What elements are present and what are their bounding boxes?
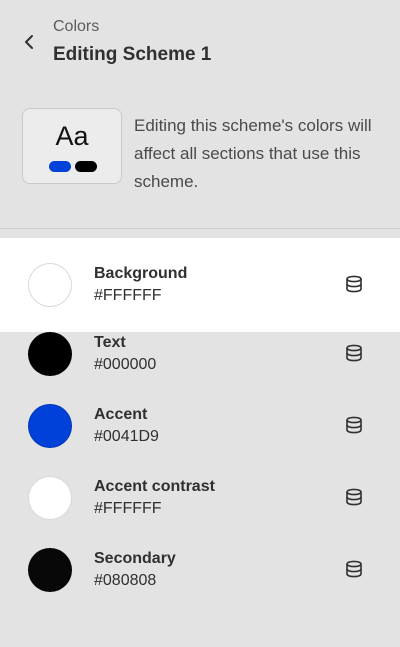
color-label: Background bbox=[94, 265, 188, 282]
color-list: Background #FFFFFF Text #000000 Accent #0041D… bbox=[0, 238, 400, 620]
preview-accent-pill bbox=[49, 161, 71, 172]
color-hex-value: #080808 bbox=[94, 572, 157, 589]
page-title: Editing Scheme 1 bbox=[53, 44, 212, 65]
connect-dynamic-source-button[interactable] bbox=[342, 413, 366, 437]
connect-dynamic-source-button[interactable] bbox=[342, 485, 366, 509]
color-label: Accent bbox=[94, 406, 148, 423]
database-icon bbox=[346, 275, 362, 293]
database-icon bbox=[346, 416, 362, 434]
color-row-accent-contrast[interactable]: Accent contrast #FFFFFF bbox=[0, 476, 400, 548]
color-row-accent[interactable]: Accent #0041D9 bbox=[0, 404, 400, 476]
color-swatch[interactable] bbox=[28, 404, 72, 448]
back-button[interactable] bbox=[18, 30, 42, 54]
scheme-preview: Aa bbox=[22, 108, 122, 184]
color-label: Text bbox=[94, 334, 126, 351]
divider bbox=[0, 228, 400, 229]
preview-dark-pill bbox=[75, 161, 97, 172]
connect-dynamic-source-button[interactable] bbox=[342, 341, 366, 365]
color-row-text[interactable]: Text #000000 bbox=[0, 332, 400, 404]
color-swatch[interactable] bbox=[28, 263, 72, 307]
database-icon bbox=[346, 488, 362, 506]
color-hex-value: #FFFFFF bbox=[94, 287, 162, 304]
color-row-secondary[interactable]: Secondary #080808 bbox=[0, 548, 400, 620]
chevron-left-icon bbox=[25, 35, 33, 49]
color-swatch[interactable] bbox=[28, 476, 72, 520]
color-swatch[interactable] bbox=[28, 332, 72, 376]
preview-sample-text: Aa bbox=[55, 121, 89, 151]
database-icon bbox=[346, 344, 362, 362]
color-label: Accent contrast bbox=[94, 478, 215, 495]
color-label: Secondary bbox=[94, 550, 176, 567]
connect-dynamic-source-button[interactable] bbox=[342, 557, 366, 581]
header: Colors Editing Scheme 1 bbox=[0, 0, 400, 90]
header-subtitle: Colors bbox=[53, 18, 100, 35]
color-hex-value: #FFFFFF bbox=[94, 500, 162, 517]
color-hex-value: #0041D9 bbox=[94, 428, 159, 445]
color-swatch[interactable] bbox=[28, 548, 72, 592]
color-hex-value: #000000 bbox=[94, 356, 157, 373]
connect-dynamic-source-button[interactable] bbox=[342, 272, 366, 296]
scheme-description: Editing this scheme's colors will affect… bbox=[134, 116, 372, 191]
color-row-background[interactable]: Background #FFFFFF bbox=[0, 238, 400, 332]
database-icon bbox=[346, 560, 362, 578]
